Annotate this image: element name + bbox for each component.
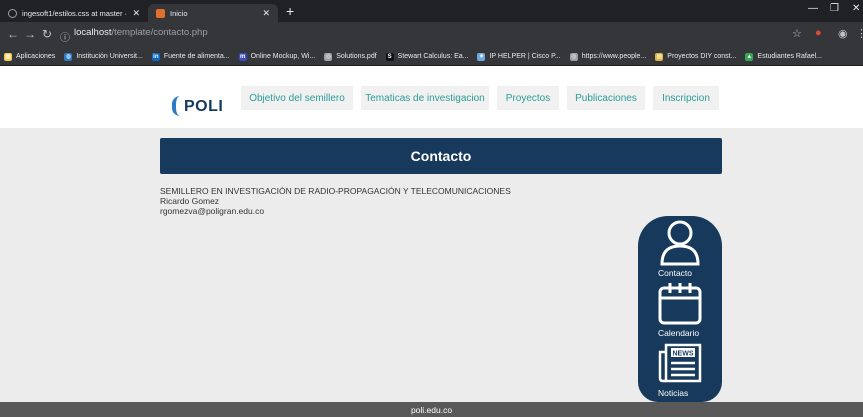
bookmark-item[interactable]: m Online Mockup, Wi... xyxy=(238,52,316,61)
linkedin-icon: in xyxy=(151,52,160,61)
tab-strip: ingesoft1/estilos.css at master · ✕ Inic… xyxy=(0,0,863,22)
contact-name: Ricardo Gomez xyxy=(160,196,220,206)
nav-proyectos[interactable]: Proyectos xyxy=(497,86,559,110)
address-bar[interactable]: localhost/template/contacto.php xyxy=(74,27,208,38)
bookmark-item[interactable]: ▦ Aplicaciones xyxy=(4,52,56,61)
tab-title: Inicio xyxy=(170,8,188,18)
contact-info: SEMILLERO EN INVESTIGACIÓN DE RADIO-PROP… xyxy=(160,186,511,216)
quick-link-calendario[interactable] xyxy=(638,280,722,326)
bookmark-item[interactable]: ✷ IP HELPER | Cisco P... xyxy=(477,52,561,61)
diy-icon: ▤ xyxy=(655,52,664,61)
bookmark-label: Stewart Calculus: Ea... xyxy=(397,53,469,60)
quick-link-label: Calendario xyxy=(658,328,700,338)
close-tab-icon[interactable]: ✕ xyxy=(262,8,270,19)
tab-title: ingesoft1/estilos.css at master · xyxy=(22,8,128,18)
quick-link-noticias[interactable]: NEWS xyxy=(638,342,722,384)
quick-links-panel: Contacto Calendario NEWS Noticias xyxy=(638,216,722,402)
bookmark-item[interactable]: ▤ Proyectos DIY const... xyxy=(655,52,737,61)
new-tab-icon[interactable]: + xyxy=(286,3,294,19)
mockup-icon: m xyxy=(238,52,247,61)
minimize-icon[interactable]: — xyxy=(808,3,818,14)
url-host: localhost xyxy=(74,27,112,38)
bookmark-item[interactable]: in Fuente de alimenta... xyxy=(151,52,230,61)
reload-icon[interactable]: ↻ xyxy=(42,27,52,41)
contact-email[interactable]: rgomezva@poligran.edu.co xyxy=(160,206,511,216)
web-icon: ◎ xyxy=(324,52,333,61)
github-icon xyxy=(8,8,17,18)
bookmark-item[interactable]: ▲ Estudiantes Rafael... xyxy=(745,52,822,61)
maximize-icon[interactable]: ❐ xyxy=(830,3,839,14)
bookmark-label: Estudiantes Rafael... xyxy=(757,53,822,60)
news-badge-text: NEWS xyxy=(673,351,694,358)
bookmark-label: Online Mockup, Wi... xyxy=(250,53,316,60)
bookmark-item[interactable]: ◍ Institución Universit... xyxy=(64,52,143,61)
bookmark-star-icon[interactable]: ☆ xyxy=(792,27,802,40)
poli-favicon-icon xyxy=(156,8,165,18)
drive-icon: ▲ xyxy=(745,52,754,61)
bookmark-item[interactable]: S Stewart Calculus: Ea... xyxy=(385,52,469,61)
site-info-icon[interactable]: ⓘ xyxy=(60,29,70,44)
logo-mark-icon xyxy=(172,96,182,116)
bookmark-label: IP HELPER | Cisco P... xyxy=(489,53,561,60)
bookmarks-bar: ▦ Aplicaciones ◍ Institución Universit... in… xyxy=(0,48,863,66)
site-header: POLI Objetivo del semillero Tematicas de… xyxy=(0,66,863,128)
nav-publicaciones[interactable]: Publicaciones xyxy=(567,86,645,110)
web-icon: ◎ xyxy=(569,52,578,61)
cisco-icon: ✷ xyxy=(477,52,486,61)
nav-tematicas[interactable]: Tematicas de investigacion xyxy=(361,86,489,110)
nav-objetivo[interactable]: Objetivo del semillero xyxy=(241,86,353,110)
back-icon[interactable]: ← xyxy=(7,27,19,41)
close-tab-icon[interactable]: ✕ xyxy=(132,8,140,19)
page-title-banner: Contacto xyxy=(160,138,722,174)
globe-icon: ◍ xyxy=(64,52,73,61)
site-footer: poli.edu.co xyxy=(0,402,863,417)
newspaper-icon: NEWS xyxy=(658,343,702,383)
logo-text: POLI xyxy=(184,98,224,115)
research-group-name: SEMILLERO EN INVESTIGACIÓN DE RADIO-PROP… xyxy=(160,186,511,196)
bookmark-label: https://www.people... xyxy=(581,53,647,60)
poli-logo[interactable]: POLI xyxy=(172,96,223,116)
s-icon: S xyxy=(385,52,394,61)
quick-link-contacto[interactable] xyxy=(638,218,722,266)
close-window-icon[interactable]: ✕ xyxy=(852,3,860,14)
quick-link-label: Contacto xyxy=(658,268,693,278)
calendar-icon xyxy=(658,283,702,325)
tab-github[interactable]: ingesoft1/estilos.css at master · ✕ xyxy=(0,4,148,22)
extension-icon[interactable]: ● xyxy=(815,27,822,39)
bookmark-item[interactable]: ◎ https://www.people... xyxy=(569,52,647,61)
profile-icon[interactable]: ◉ xyxy=(838,27,848,40)
tab-inicio[interactable]: Inicio ✕ xyxy=(148,4,278,22)
bookmark-label: Proyectos DIY const... xyxy=(667,53,737,60)
apps-grid-icon: ▦ xyxy=(4,52,12,61)
user-icon xyxy=(660,220,700,266)
bookmark-label: Fuente de alimenta... xyxy=(163,53,230,60)
quick-link-label: Noticias xyxy=(658,388,689,398)
bookmark-label: Solutions.pdf xyxy=(336,53,377,60)
bookmark-label: Institución Universit... xyxy=(76,53,143,60)
nav-inscripcion[interactable]: Inscripcion xyxy=(653,86,719,110)
browser-toolbar: ← → ↻ ⓘ localhost/template/contacto.php … xyxy=(0,22,863,48)
bookmark-label: Aplicaciones xyxy=(16,53,56,60)
url-path: /template/contacto.php xyxy=(111,27,208,38)
forward-icon[interactable]: → xyxy=(24,27,36,41)
bookmark-item[interactable]: ◎ Solutions.pdf xyxy=(324,52,377,61)
menu-icon[interactable]: ⋮ xyxy=(856,27,863,40)
